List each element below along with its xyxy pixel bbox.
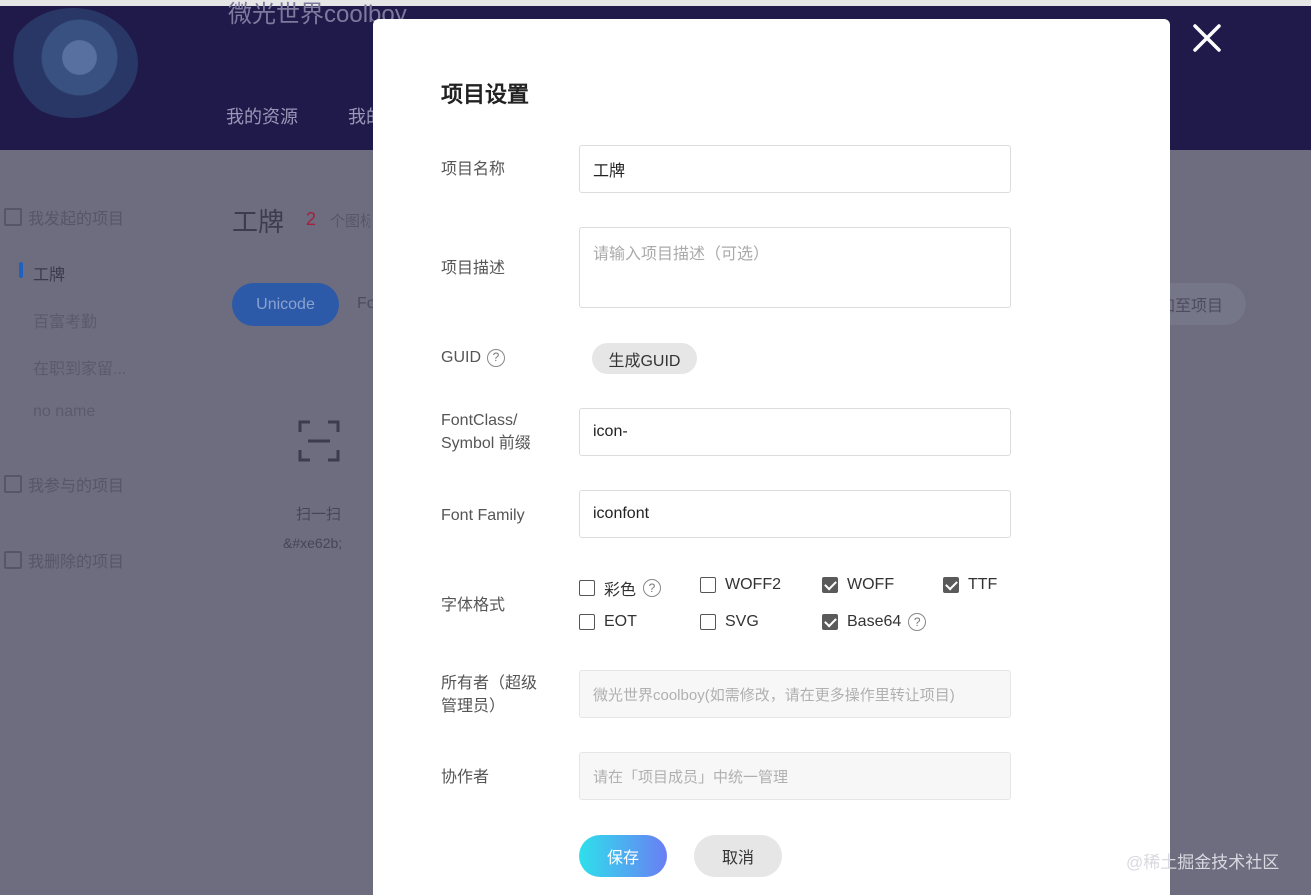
format-eot-checkbox[interactable]: EOT xyxy=(579,613,637,631)
project-name-label: 项目名称 xyxy=(441,161,506,178)
tab-unicode[interactable]: Unicode xyxy=(232,283,339,326)
checkbox-box-checked[interactable] xyxy=(943,577,959,593)
prefix-label-line2: Symbol 前缀 xyxy=(441,435,531,452)
format-base64-label: Base64 xyxy=(847,613,902,630)
sidebar-project-item[interactable]: 百富考勤 xyxy=(33,308,97,332)
format-ttf-checkbox[interactable]: TTF xyxy=(943,576,997,594)
sidebar-my-projects[interactable]: 我发起的项目 xyxy=(4,205,124,229)
format-base64-checkbox[interactable]: Base64? xyxy=(822,613,927,631)
folder-icon xyxy=(4,208,22,226)
folder-icon xyxy=(4,475,22,493)
nav-item-mine[interactable]: 我的 xyxy=(348,103,374,129)
format-eot-label: EOT xyxy=(604,613,637,630)
checkbox-box[interactable] xyxy=(700,614,716,630)
sidebar-project-item[interactable]: no name xyxy=(33,403,95,421)
owner-label: 所有者（超级 管理员） xyxy=(441,672,537,718)
format-woff-checkbox[interactable]: WOFF xyxy=(822,576,894,594)
prefix-label-line1: FontClass/ xyxy=(441,412,518,429)
sidebar-my-projects-label: 我发起的项目 xyxy=(28,211,125,228)
checkbox-box-checked[interactable] xyxy=(822,614,838,630)
sidebar-deleted-projects[interactable]: 我删除的项目 xyxy=(4,548,124,572)
help-icon[interactable]: ? xyxy=(643,579,662,597)
help-icon[interactable]: ? xyxy=(908,613,927,631)
format-woff2-checkbox[interactable]: WOFF2 xyxy=(700,576,781,594)
modal-title: 项目设置 xyxy=(441,82,530,107)
cancel-button[interactable]: 取消 xyxy=(694,835,782,877)
format-svg-label: SVG xyxy=(725,613,759,630)
tab-font[interactable]: Font xyxy=(357,295,373,313)
guid-label-row: GUID? xyxy=(441,346,505,369)
font-family-input[interactable]: iconfont xyxy=(579,490,1011,538)
project-desc-textarea[interactable]: 请输入项目描述（可选） xyxy=(579,227,1011,308)
watermark: @稀土掘金技术社区 xyxy=(1126,853,1280,872)
collaborator-input: 请在「项目成员」中统一管理 xyxy=(579,752,1011,800)
project-desc-label: 项目描述 xyxy=(441,260,506,277)
project-name-input[interactable]: 工牌 xyxy=(579,145,1011,193)
font-family-label: Font Family xyxy=(441,507,525,524)
project-settings-modal: 项目设置 项目名称 工牌 项目描述 请输入项目描述（可选） GUID? 生成GU… xyxy=(373,19,1170,895)
collaborator-label: 协作者 xyxy=(441,769,490,786)
checkbox-box[interactable] xyxy=(579,580,595,596)
help-icon[interactable]: ? xyxy=(487,348,505,367)
sidebar-joined-projects[interactable]: 我参与的项目 xyxy=(4,472,124,496)
prefix-label: FontClass/ Symbol 前缀 xyxy=(441,409,531,455)
owner-input: 微光世界coolboy(如需修改，请在更多操作里转让项目) xyxy=(579,670,1011,718)
nav-item-resources[interactable]: 我的资源 xyxy=(226,103,298,129)
generate-guid-button[interactable]: 生成GUID xyxy=(592,343,697,374)
font-format-label: 字体格式 xyxy=(441,597,506,614)
owner-label-line1: 所有者（超级 xyxy=(441,675,538,692)
format-color-checkbox[interactable]: 彩色? xyxy=(579,576,662,600)
owner-label-line2: 管理员） xyxy=(441,698,506,715)
format-woff-label: WOFF xyxy=(847,576,895,593)
icon-card-name: 扫一扫 xyxy=(296,506,342,523)
sidebar-deleted-label: 我删除的项目 xyxy=(28,554,125,571)
format-woff2-label: WOFF2 xyxy=(725,576,781,593)
sidebar-project-item[interactable]: 在职到家留... xyxy=(33,355,126,379)
icon-count: 2 xyxy=(306,209,317,229)
icon-card-code: &#xe62b; xyxy=(283,535,343,551)
prefix-input[interactable]: icon- xyxy=(579,408,1011,456)
browser-top-edge xyxy=(0,0,1311,6)
sidebar-joined-label: 我参与的项目 xyxy=(28,478,125,495)
trash-folder-icon xyxy=(4,551,22,569)
format-svg-checkbox[interactable]: SVG xyxy=(700,613,759,631)
format-color-label: 彩色 xyxy=(604,582,637,599)
checkbox-box-checked[interactable] xyxy=(822,577,838,593)
project-title: 工牌 xyxy=(232,207,285,237)
guid-label: GUID xyxy=(441,349,481,366)
checkbox-box[interactable] xyxy=(700,577,716,593)
format-ttf-label: TTF xyxy=(968,576,998,593)
sidebar-project-item[interactable]: 工牌 xyxy=(33,261,65,285)
checkbox-box[interactable] xyxy=(579,614,595,630)
site-logo[interactable] xyxy=(8,8,138,118)
save-button[interactable]: 保存 xyxy=(579,835,667,877)
close-icon[interactable] xyxy=(1186,17,1228,59)
active-indicator xyxy=(19,262,23,278)
scan-icon[interactable] xyxy=(298,420,340,462)
icon-count-unit: 个图标 xyxy=(330,213,370,230)
